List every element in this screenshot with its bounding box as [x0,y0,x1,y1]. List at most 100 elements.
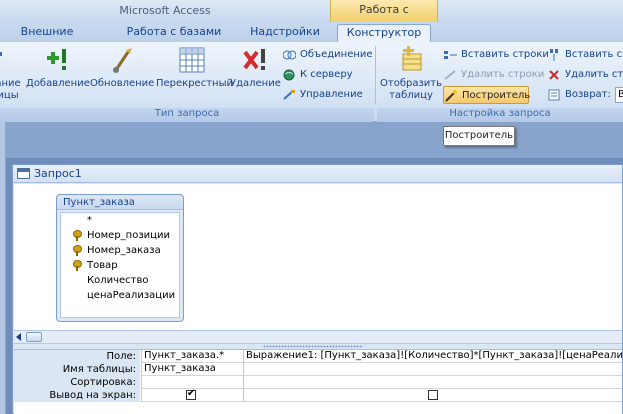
show-checkbox-2[interactable] [428,390,438,400]
field-name: Номер_заказа [87,245,161,256]
navigation-pane-edge[interactable] [0,122,6,414]
append-label: Добавление [26,78,90,89]
grid-cell-table-2[interactable] [243,363,622,376]
crosstab-button[interactable]: Перекрестный [156,46,233,90]
tab-database-tools[interactable]: Работа с базами данных [104,24,244,54]
document-tab-bar [6,122,623,158]
insert-columns-icon [548,49,561,61]
insert-rows-icon [444,49,457,61]
delete-columns-button[interactable]: Удалить сто [547,66,623,84]
append-button[interactable]: Добавление [26,46,90,90]
globe-icon [283,69,296,81]
field-name: Товар [87,260,118,271]
show-table-button[interactable]: Отобразить таблицу [379,46,443,102]
grid-cell-sort-2[interactable] [243,376,622,389]
scroll-left-arrow-icon[interactable] [16,333,21,341]
field-list-title[interactable]: Пункт_заказа [57,195,183,210]
grid-cell-show-1 [141,389,243,402]
primary-key-icon [73,245,82,256]
group-query-setup: Отобразить таблицу Вставить строки Удали… [377,42,623,122]
tab-design[interactable]: Конструктор [337,24,431,42]
field-list-item[interactable]: Номер_заказа [61,243,161,258]
field-list-body: * Номер_позиции Номер_заказа Товар Колич… [60,212,180,318]
field-list-item[interactable]: Номер_позиции [61,228,170,243]
delete-columns-label: Удалить сто [565,69,623,80]
show-table-label-2: таблицу [389,90,433,101]
make-table-button[interactable]: ание ицы [0,46,24,102]
query-window-title-bar[interactable]: Запрос1 [13,165,622,183]
grid-cell-table-1[interactable]: Пункт_заказа [141,363,243,376]
builder-wand-icon [445,90,458,102]
delete-query-button[interactable]: Удаление [230,46,281,90]
pass-through-label: К серверу [300,69,353,80]
row-label-table: Имя таблицы: [14,363,140,376]
app-title: Microsoft Access [119,4,211,17]
grid-cell-field-1[interactable]: Пункт_заказа.* [141,350,243,363]
return-control: Возврат: [547,86,611,104]
delete-rows-button[interactable]: Удалить строки [443,66,544,84]
table-design-area: Пункт_заказа * Номер_позиции Номер_заказ… [14,184,622,330]
insert-rows-button[interactable]: Вставить строки [443,46,549,64]
grid-cell-show-2 [243,389,622,402]
grid-cell-field-2[interactable]: Выражение1: [Пункт_заказа]![Количество]*… [243,350,622,363]
insert-columns-label: Вставить сто [565,49,623,60]
field-name: * [87,215,92,226]
builder-tooltip: Построитель [443,126,515,146]
field-list-item[interactable]: ценаРеализации [61,288,175,303]
return-value-input[interactable]: В [615,87,623,103]
update-icon [106,46,138,76]
grid-cell-sort-1[interactable] [141,376,243,389]
grid-row-sort: Сортировка: [14,376,622,389]
builder-button[interactable]: Построитель [443,86,531,104]
query-window-icon [17,168,30,179]
field-list-window[interactable]: Пункт_заказа * Номер_позиции Номер_заказ… [56,194,184,322]
tab-add-ins[interactable]: Надстройки [250,24,320,42]
return-icon [548,89,561,101]
field-list-item[interactable]: Количество [61,273,149,288]
return-label: Возврат: [565,89,611,100]
delete-query-label: Удаление [230,78,281,89]
builder-label: Построитель [462,90,531,101]
pass-through-button[interactable]: К серверу [282,66,353,84]
append-icon [41,46,73,76]
query-window: Запрос1 Пункт_заказа * Номер_позиции Ном… [12,164,623,414]
row-label-show: Вывод на экран: [14,389,140,402]
field-list-item[interactable]: * [61,213,92,228]
crosstab-icon [176,46,208,76]
ribbon: ание ицы Добавление Обновление Перекрест… [0,42,623,122]
data-definition-icon [283,89,296,101]
field-name: ценаРеализации [87,290,176,301]
context-tab-title: Работа с запросами [330,0,438,36]
union-button[interactable]: Объединение [282,46,373,64]
insert-columns-button[interactable]: Вставить сто [547,46,623,64]
row-label-sort: Сортировка: [14,376,140,389]
row-label-field: Поле: [14,350,140,363]
show-checkbox-1[interactable] [186,389,196,400]
scroll-thumb[interactable] [26,332,42,342]
field-list-item[interactable]: Товар [61,258,118,273]
union-icon [282,49,297,61]
update-button[interactable]: Обновление [90,46,154,90]
query-window-title: Запрос1 [34,167,82,180]
grid-row-table: Имя таблицы: Пункт_заказа [14,363,622,376]
tab-external-data[interactable]: Внешние данные [0,24,94,54]
make-table-icon [0,46,24,76]
union-label: Объединение [300,49,373,60]
make-table-label-top: ание [0,78,21,89]
group-label-query-setup: Настройка запроса [377,108,623,122]
delete-columns-icon [548,69,561,81]
data-definition-button[interactable]: Управление [282,86,363,104]
data-definition-label: Управление [300,89,363,100]
title-bar: Microsoft Access Работа с запросами [0,0,623,36]
primary-key-icon [73,260,82,271]
group-divider [375,46,376,104]
query-design-grid: Поле: Пункт_заказа.* Выражение1: [Пункт_… [14,349,622,414]
pane-splitter[interactable] [263,345,363,348]
insert-rows-label: Вставить строки [461,49,549,60]
design-area-hscrollbar[interactable] [14,330,622,344]
delete-rows-label: Удалить строки [461,69,545,80]
show-table-label-1: Отобразить [380,78,442,89]
grid-row-field: Поле: Пункт_заказа.* Выражение1: [Пункт_… [14,350,622,363]
make-table-label-bottom: ицы [0,90,19,101]
grid-row-show: Вывод на экран: [14,389,622,402]
